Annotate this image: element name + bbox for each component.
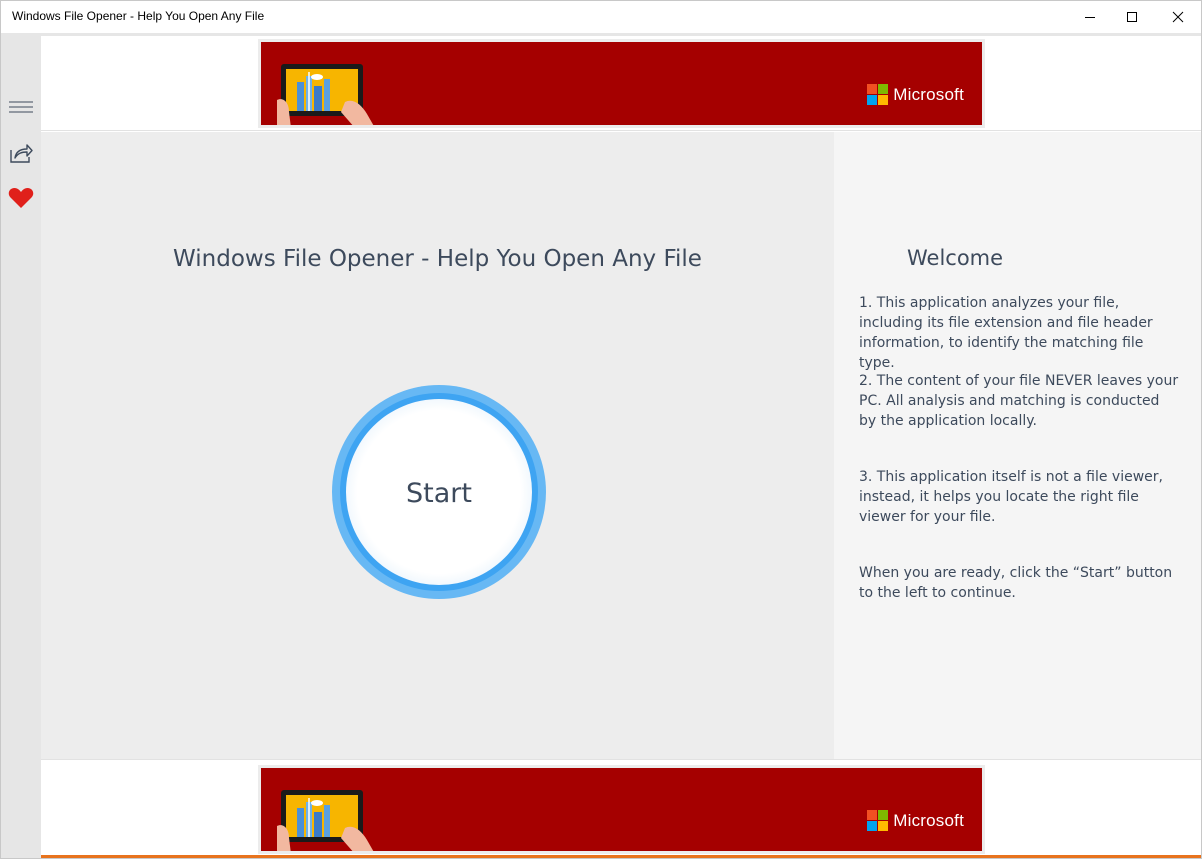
title-bar[interactable]: Windows File Opener - Help You Open Any … xyxy=(1,1,1201,33)
tablet-illustration-icon xyxy=(277,64,374,125)
top-ad-area: Microsoft xyxy=(41,36,1201,131)
welcome-paragraph-3: 3. This application itself is not a file… xyxy=(859,469,1163,525)
main-panel: Windows File Opener - Help You Open Any … xyxy=(41,132,834,759)
welcome-panel: Welcome 1. This application analyzes you… xyxy=(834,132,1201,759)
bottom-accent-bar xyxy=(41,855,1201,858)
start-button-face: Start xyxy=(346,399,532,585)
maximize-button[interactable] xyxy=(1109,1,1155,33)
microsoft-logo: Microsoft xyxy=(867,84,964,105)
app-window: Windows File Opener - Help You Open Any … xyxy=(0,0,1202,859)
welcome-paragraph-4: When you are ready, click the “Start” bu… xyxy=(859,565,1173,601)
microsoft-squares-icon xyxy=(867,810,889,831)
microsoft-squares-icon xyxy=(867,84,889,105)
share-icon xyxy=(10,144,33,163)
bottom-ad-banner[interactable]: Microsoft xyxy=(258,765,985,854)
menu-button[interactable] xyxy=(1,87,41,127)
share-button[interactable] xyxy=(1,133,41,173)
minimize-icon xyxy=(1085,17,1095,18)
tablet-illustration-icon xyxy=(277,790,374,851)
start-button[interactable]: Start xyxy=(332,385,546,599)
heart-icon xyxy=(8,188,34,208)
start-button-label: Start xyxy=(406,478,472,509)
welcome-title: Welcome xyxy=(907,246,1004,270)
maximize-icon xyxy=(1127,12,1137,22)
hamburger-icon xyxy=(9,101,33,113)
welcome-paragraph-1: 1. This application analyzes your file, … xyxy=(859,295,1153,371)
window-title: Windows File Opener - Help You Open Any … xyxy=(12,9,265,23)
favorite-button[interactable] xyxy=(1,178,41,218)
bottom-ad-area: Microsoft xyxy=(41,759,1201,855)
close-icon xyxy=(1172,11,1184,23)
welcome-paragraph-2: 2. The content of your file NEVER leaves… xyxy=(859,373,1179,429)
top-ad-banner[interactable]: Microsoft xyxy=(258,39,985,128)
minimize-button[interactable] xyxy=(1067,1,1113,33)
microsoft-logo: Microsoft xyxy=(867,810,964,831)
start-button-ring: Start xyxy=(340,393,538,591)
close-button[interactable] xyxy=(1155,1,1201,33)
microsoft-wordmark: Microsoft xyxy=(893,84,964,104)
side-rail xyxy=(1,33,41,858)
microsoft-wordmark: Microsoft xyxy=(893,810,964,830)
page-title: Windows File Opener - Help You Open Any … xyxy=(173,246,702,272)
